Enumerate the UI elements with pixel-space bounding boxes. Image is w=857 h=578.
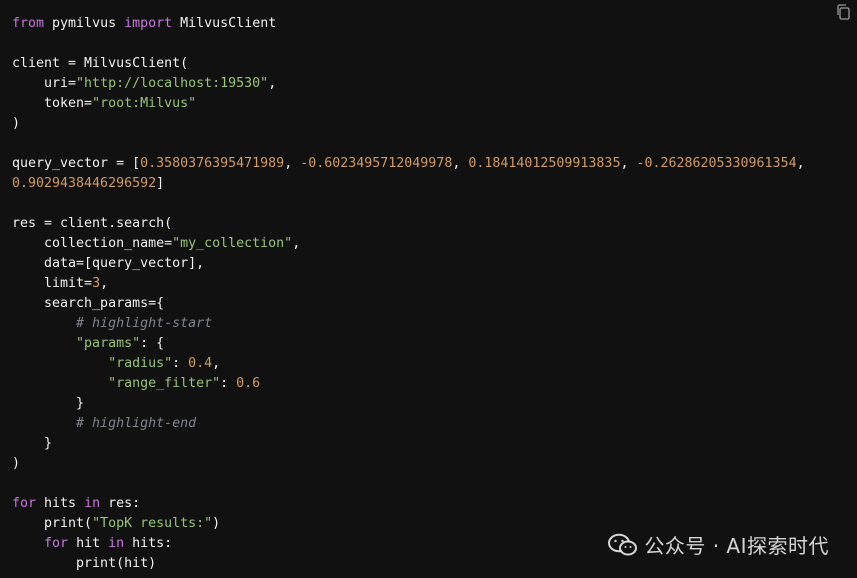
code-token: } [12, 436, 53, 451]
code-token: 0.9029438446296592 [12, 176, 157, 191]
code-token: ] [156, 176, 165, 191]
code-token: : { [140, 336, 165, 351]
code-token: for [12, 496, 37, 511]
code-token: print( [12, 516, 93, 531]
code-token: collection_name= [12, 236, 173, 251]
code-token: "range_filter" [108, 376, 221, 391]
code-line: res = client.search( [12, 214, 805, 234]
code-line: # highlight-start [12, 314, 805, 334]
code-line: } [12, 394, 805, 414]
code-line: "radius": 0.4, [12, 354, 805, 374]
code-token: "http://localhost:19530" [76, 76, 269, 91]
code-token: for [44, 536, 69, 551]
code-token: : [172, 356, 189, 371]
code-token: # highlight-end [12, 416, 197, 431]
code-token: , [284, 156, 301, 171]
code-token: # highlight-start [12, 316, 213, 331]
code-token: , [620, 156, 637, 171]
code-line: 0.9029438446296592] [12, 174, 805, 194]
code-token: , [212, 356, 221, 371]
code-token: MilvusClient [172, 16, 277, 31]
code-token: ) [212, 516, 221, 531]
code-token: data=[query_vector], [12, 256, 205, 271]
code-token: 0.4 [188, 356, 213, 371]
code-token: query_vector = [ [12, 156, 141, 171]
code-line: client = MilvusClient( [12, 54, 805, 74]
code-token: -0.6023495712049978 [300, 156, 453, 171]
code-line: search_params={ [12, 294, 805, 314]
code-line: limit=3, [12, 274, 805, 294]
code-token: in [84, 496, 101, 511]
code-line: token="root:Milvus" [12, 94, 805, 114]
code-line: # highlight-end [12, 414, 805, 434]
code-token: res = client.search( [12, 216, 173, 231]
code-token: 0.18414012509913835 [468, 156, 621, 171]
code-token: search_params={ [12, 296, 165, 311]
code-content[interactable]: from pymilvus import MilvusClient client… [12, 14, 805, 574]
code-token: token= [12, 96, 93, 111]
code-token: } [12, 396, 85, 411]
code-token: hits [36, 496, 85, 511]
code-token: -0.26286205330961354 [636, 156, 797, 171]
code-line: query_vector = [0.3580376395471989, -0.6… [12, 154, 805, 174]
code-token: , [796, 156, 805, 171]
code-token: "my_collection" [172, 236, 293, 251]
code-block: from pymilvus import MilvusClient client… [0, 0, 857, 578]
code-line: } [12, 434, 805, 454]
code-token: uri= [12, 76, 77, 91]
code-line: data=[query_vector], [12, 254, 805, 274]
code-token: in [108, 536, 125, 551]
code-token: : [220, 376, 237, 391]
code-token: ) [12, 456, 21, 471]
code-token: pymilvus [44, 16, 125, 31]
code-line: ) [12, 454, 805, 474]
code-token: import [124, 16, 173, 31]
code-line: uri="http://localhost:19530", [12, 74, 805, 94]
code-token: 0.6 [236, 376, 261, 391]
watermark: 公众号 · AI探索时代 [608, 530, 829, 559]
code-token: 0.3580376395471989 [140, 156, 285, 171]
code-token: "params" [76, 336, 141, 351]
code-token: "root:Milvus" [92, 96, 197, 111]
code-token: , [292, 236, 301, 251]
code-token: , [268, 76, 277, 91]
code-token: hits: [124, 536, 173, 551]
code-token: client = MilvusClient( [12, 56, 189, 71]
code-line: ) [12, 114, 805, 134]
code-token: , [452, 156, 469, 171]
code-token: "TopK results:" [92, 516, 213, 531]
code-line: "params": { [12, 334, 805, 354]
code-token: 3 [92, 276, 101, 291]
code-token: "radius" [108, 356, 173, 371]
code-token: from [12, 16, 45, 31]
code-token: res: [100, 496, 141, 511]
copy-button[interactable] [835, 3, 851, 21]
code-line: from pymilvus import MilvusClient [12, 14, 805, 34]
code-line: for hits in res: [12, 494, 805, 514]
code-token: , [100, 276, 109, 291]
wechat-icon [608, 533, 638, 557]
watermark-text: 公众号 · AI探索时代 [644, 534, 829, 558]
code-line: "range_filter": 0.6 [12, 374, 805, 394]
code-line: collection_name="my_collection", [12, 234, 805, 254]
code-token: ) [12, 116, 21, 131]
copy-icon [835, 3, 851, 21]
code-token: hit [68, 536, 109, 551]
code-token: limit= [12, 276, 93, 291]
code-token: print(hit) [12, 556, 157, 571]
